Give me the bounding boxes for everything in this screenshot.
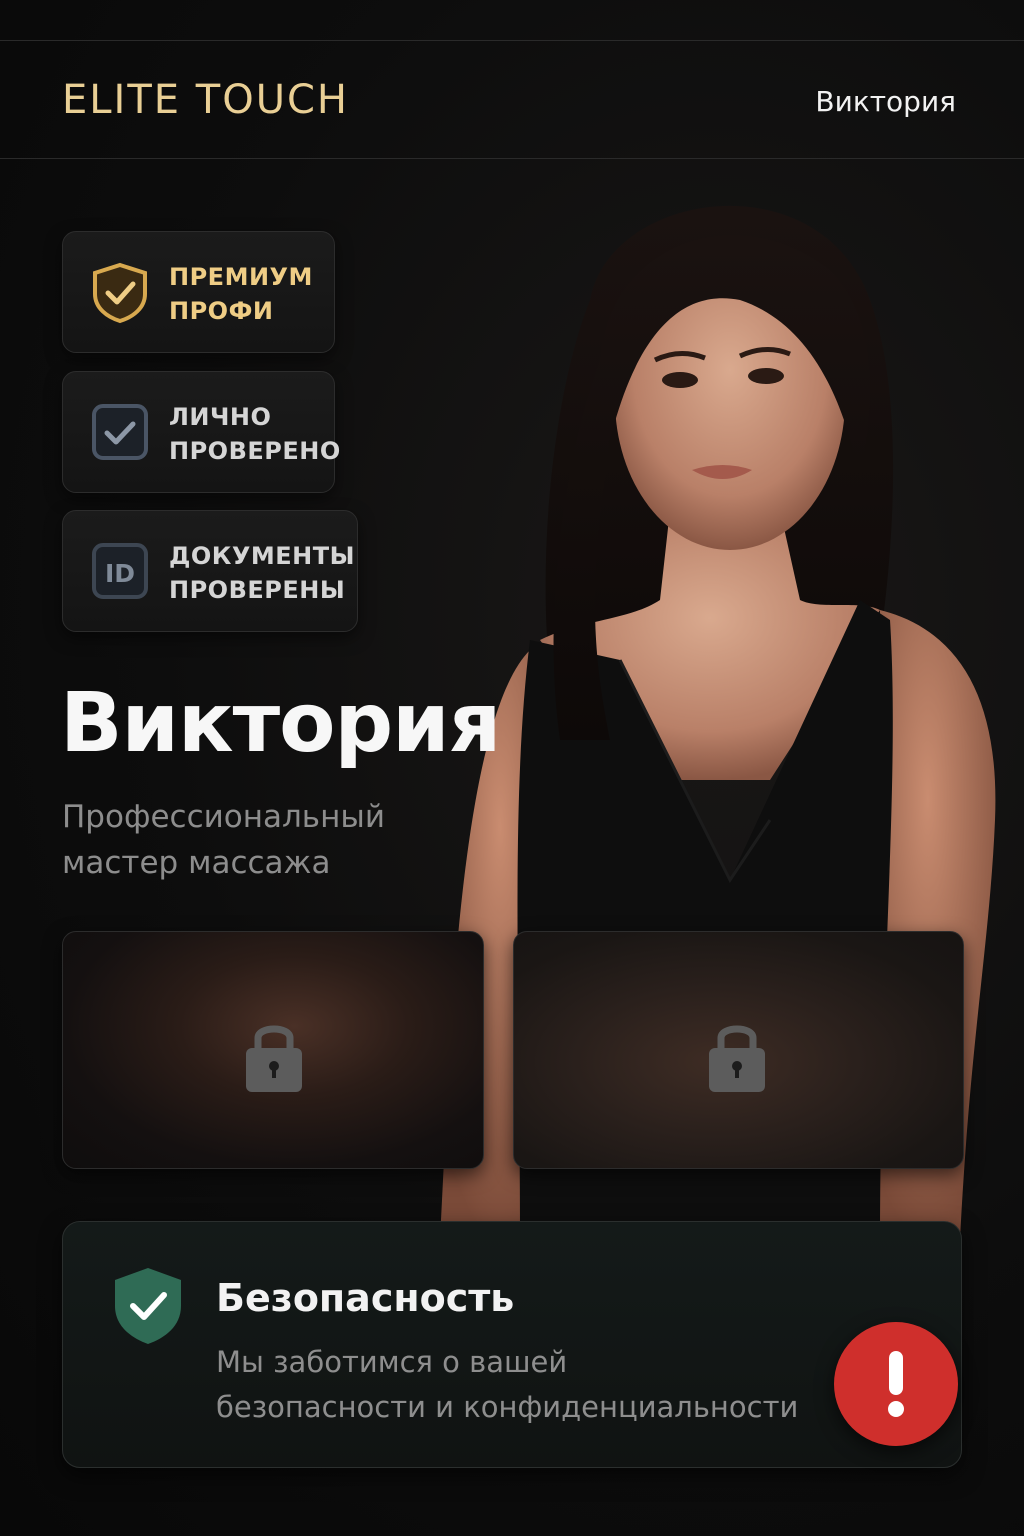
lock-icon [246, 1025, 302, 1092]
security-title: Безопасность [216, 1276, 515, 1320]
header-user-name[interactable]: Виктория [815, 85, 956, 118]
profile-subtitle: Профессиональный мастер массажа [62, 794, 482, 886]
badge-premium-pro[interactable]: ПРЕМИУМ ПРОФИ [62, 231, 335, 353]
badge-personally-verified[interactable]: ЛИЧНО ПРОВЕРЕНО [62, 371, 340, 493]
profile-page: ELITE TOUCH Виктория ПРЕМИУМ ПРОФИ ЛИЧНО… [0, 0, 1024, 1536]
checkbox-icon [92, 404, 148, 460]
alert-button[interactable] [834, 1322, 958, 1446]
badge-label-line2: ПРОФИ [169, 297, 274, 325]
id-icon: ID [92, 543, 148, 599]
security-text: Мы заботимся о вашей безопасности и конф… [216, 1340, 856, 1430]
lock-icon [709, 1025, 765, 1092]
badge-label-line2: ПРОВЕРЕНЫ [169, 576, 346, 604]
id-icon-text: ID [105, 559, 135, 588]
security-card: Безопасность Мы заботимся о вашей безопа… [62, 1221, 962, 1468]
locked-photo-1[interactable] [62, 931, 484, 1169]
security-text-line2: безопасности и конфиденциальности [216, 1390, 799, 1424]
profile-subtitle-line1: Профессиональный [62, 799, 385, 835]
header: ELITE TOUCH Виктория [0, 41, 1024, 159]
profile-name: Виктория [60, 676, 501, 771]
shield-check-icon [115, 1268, 181, 1344]
badge-label-line1: ПРЕМИУМ [169, 263, 313, 291]
badge-documents-verified[interactable]: ID ДОКУМЕНТЫ ПРОВЕРЕНЫ [62, 510, 358, 632]
badge-label-line2: ПРОВЕРЕНО [169, 437, 341, 465]
shield-check-icon [93, 262, 147, 324]
badge-label-line1: ЛИЧНО [169, 403, 272, 431]
brand-logo[interactable]: ELITE TOUCH [62, 77, 349, 123]
exclamation-icon [888, 1351, 904, 1417]
profile-subtitle-line2: мастер массажа [62, 845, 331, 881]
locked-photo-2[interactable] [513, 931, 964, 1169]
badge-label-line1: ДОКУМЕНТЫ [169, 542, 355, 570]
security-text-line1: Мы заботимся о вашей [216, 1345, 568, 1379]
